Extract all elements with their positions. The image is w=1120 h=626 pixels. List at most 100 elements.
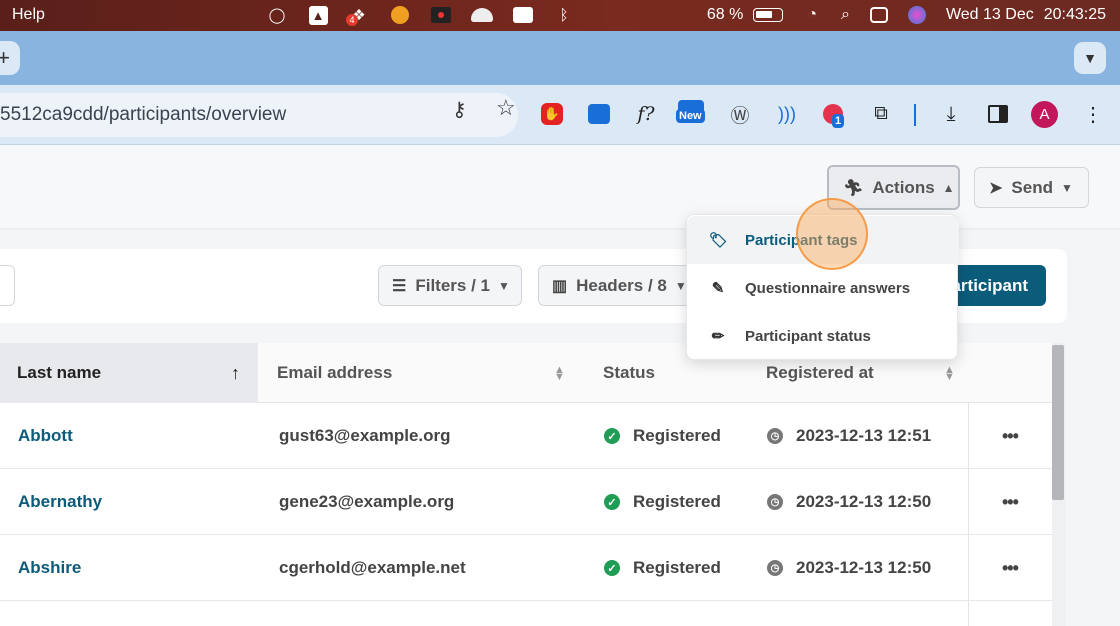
calendar-grid-icon[interactable]: [512, 5, 534, 25]
last-name-link[interactable]: Abshire: [18, 535, 81, 601]
download-icon[interactable]: ⤓: [938, 101, 964, 127]
browser-tab-strip: + ▼: [0, 31, 1120, 85]
add-participant-button[interactable]: Add participant: [944, 265, 1046, 306]
chevron-down-icon: ▼: [497, 278, 510, 293]
broadcast-extension-icon[interactable]: ))): [774, 101, 800, 127]
menu-help[interactable]: Help: [12, 6, 45, 24]
w-extension-icon[interactable]: Ⓦ: [727, 101, 753, 127]
actions-label: Actions: [872, 177, 935, 197]
check-circle-icon: ✓: [604, 428, 620, 444]
last-name-link[interactable]: Abernathy: [18, 469, 102, 535]
email-cell: gust63@example.org: [279, 426, 451, 445]
status-cell: ✓ Registered: [604, 535, 721, 601]
clock-icon: ◷: [767, 428, 783, 444]
address-bar[interactable]: 5512ca9cdd/participants/overview: [0, 93, 518, 137]
dropbox-badge: 4: [346, 14, 358, 26]
extension-count-badge: 1: [832, 114, 845, 128]
edit-icon: ✎: [711, 280, 725, 297]
new-tab-button[interactable]: +: [0, 41, 20, 75]
bluetooth-icon[interactable]: ᛒ: [553, 5, 575, 25]
running-person-icon: 🏃︎: [843, 179, 864, 197]
column-header-last-name[interactable]: Last name ↑: [0, 343, 258, 403]
readwise-extension-icon[interactable]: [586, 101, 612, 127]
check-circle-icon: ✓: [604, 494, 620, 510]
headers-label: Headers / 8: [576, 275, 667, 295]
column-divider: [968, 403, 969, 626]
macos-menubar: Help ◯ ▲ ❖ 4 ᛒ 68 % ◔ ⌕ Wed 13 Dec 20:43:…: [0, 0, 1120, 31]
filters-label: Filters / 1: [415, 275, 490, 295]
menu-item-participant-status[interactable]: ✏︎ Participant status: [687, 312, 959, 360]
url-text[interactable]: 5512ca9cdd/participants/overview: [0, 104, 286, 126]
email-cell: gene23@example.org: [279, 492, 455, 511]
tag-icon: 🏷︎: [709, 232, 729, 249]
table-row[interactable]: Abbott gust63@example.org ✓ Registered ◷ 2…: [0, 403, 1052, 469]
status-cell: ✓ Registered: [604, 469, 721, 535]
cloud-hat-icon[interactable]: [471, 5, 493, 25]
wifi-icon[interactable]: ◔: [807, 6, 817, 24]
tab-search-chevron-icon[interactable]: ▼: [1074, 42, 1106, 74]
menubar-status-icons: ◯ ▲ ❖ 4 ᛒ: [266, 4, 594, 26]
row-more-button[interactable]: •••: [1002, 535, 1019, 601]
chevron-up-icon: ▲: [942, 180, 955, 195]
paper-plane-icon: ➤: [989, 179, 1003, 197]
counter-extension-icon[interactable]: 1: [820, 101, 846, 128]
table-row[interactable]: Abernathy gene23@example.org ✓ Registered…: [0, 469, 1052, 535]
side-panel-icon[interactable]: [985, 101, 1011, 127]
column-header-status[interactable]: Status: [603, 343, 655, 403]
menubar-right: 68 % ◔ ⌕ Wed 13 Dec 20:43:25: [707, 6, 1106, 24]
participants-table: Last name ↑ Email address ▲ ▼ Status Regi…: [0, 343, 1052, 626]
toolbar-divider: [914, 104, 916, 126]
sliders-icon: ☰: [392, 277, 407, 295]
clock-icon: ◷: [767, 494, 783, 510]
headers-button[interactable]: ▥ Headers / 8 ▼: [538, 265, 698, 306]
circle-icon[interactable]: ◯: [266, 5, 288, 25]
registered-at-cell: ◷ 2023-12-13 12:50: [767, 469, 931, 535]
bookmark-star-icon[interactable]: ☆: [496, 95, 516, 121]
row-more-button[interactable]: •••: [1002, 403, 1019, 469]
profile-avatar[interactable]: A: [1031, 101, 1058, 128]
password-key-icon[interactable]: ⚷: [452, 97, 467, 122]
columns-icon: ▥: [552, 277, 568, 295]
new-extension-icon[interactable]: New: [676, 95, 705, 123]
dropbox-icon[interactable]: ❖ 4: [346, 5, 370, 26]
click-indicator: [796, 198, 868, 270]
registered-at-cell: ◷ 2023-12-13 12:50: [767, 535, 931, 601]
table-row[interactable]: Abshire cgerhold@example.net ✓ Registered…: [0, 535, 1052, 601]
adblock-extension-icon[interactable]: ✋: [539, 101, 565, 127]
chevron-down-icon: ▼: [1060, 180, 1073, 195]
filters-button[interactable]: ☰ Filters / 1 ▼: [378, 265, 522, 306]
formula-extension-icon[interactable]: f?: [633, 101, 659, 127]
new-badge: New: [676, 109, 705, 123]
send-label: Send: [1011, 177, 1053, 197]
extensions-puzzle-icon[interactable]: ⧉: [868, 101, 894, 127]
status-cell: ✓ Registered: [604, 403, 721, 469]
sort-ascending-icon[interactable]: ↑: [231, 363, 240, 384]
sort-icon[interactable]: ▲ ▼: [554, 365, 565, 383]
menu-item-questionnaire-answers[interactable]: ✎ Questionnaire answers: [687, 264, 959, 312]
battery-percent: 68 %: [706, 6, 744, 23]
last-name-link[interactable]: Abbott: [18, 403, 73, 469]
pencil-icon: ✏︎: [711, 328, 725, 345]
search-input[interactable]: [0, 265, 15, 306]
send-button[interactable]: ➤ Send ▼: [974, 167, 1089, 208]
menubar-date[interactable]: Wed 13 Dec: [946, 6, 1034, 24]
sort-icon[interactable]: ▲ ▼: [944, 365, 955, 383]
affinity-icon[interactable]: ▲: [307, 5, 329, 25]
chevron-down-icon: ▼: [674, 278, 687, 293]
email-cell: cgerhold@example.net: [279, 558, 466, 577]
browser-menu-icon[interactable]: ⋮: [1080, 101, 1106, 127]
column-header-email[interactable]: Email address: [277, 343, 392, 403]
focus-app-icon[interactable]: [389, 5, 411, 25]
row-more-button[interactable]: •••: [1002, 469, 1019, 535]
registered-at-cell: ◷ 2023-12-13 12:51: [767, 403, 931, 469]
control-center-icon[interactable]: [869, 7, 888, 23]
record-icon[interactable]: [430, 5, 452, 25]
table-scroll-thumb[interactable]: [1052, 345, 1064, 500]
menubar-time[interactable]: 20:43:25: [1044, 6, 1106, 24]
check-circle-icon: ✓: [604, 560, 620, 576]
search-icon[interactable]: ⌕: [841, 6, 850, 24]
battery-icon[interactable]: [753, 8, 784, 22]
browser-toolbar: 5512ca9cdd/participants/overview ⚷ ☆ ✋ f…: [0, 85, 1120, 145]
siri-icon[interactable]: [907, 6, 926, 24]
clock-icon: ◷: [767, 560, 783, 576]
